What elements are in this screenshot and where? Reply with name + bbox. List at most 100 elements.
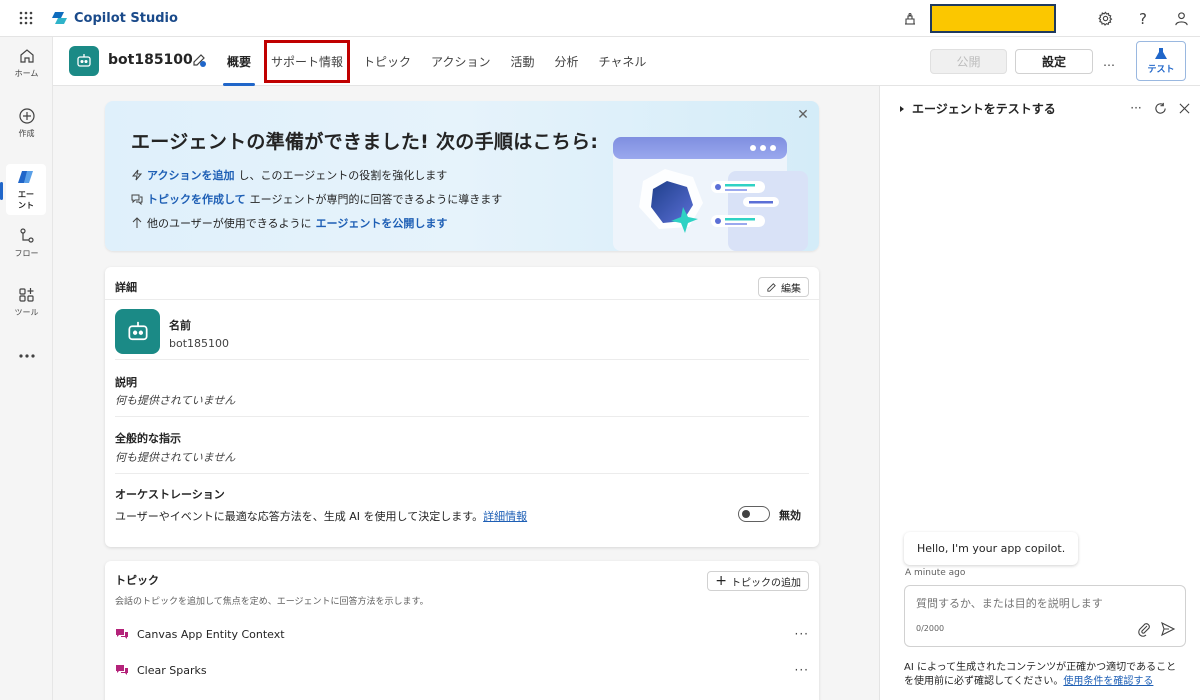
more-icon [18,354,35,358]
edit-label: 編集 [781,283,801,295]
orchestration-label: オーケストレーション [115,488,225,501]
add-topic-button[interactable]: + トピックの追加 [707,571,809,591]
edit-details-button[interactable]: 編集 [758,277,809,297]
nav-label-line1: エー [18,190,34,199]
orchestration-toggle[interactable] [738,506,770,522]
create-topic-link[interactable]: トピックを作成して [147,191,246,207]
description-label: 説明 [115,376,137,389]
plus-circle-icon [18,108,35,124]
topic-chat-icon [116,629,128,639]
bot-icon [127,321,148,340]
publish-agent-link[interactable]: エージェントを公開します [316,215,448,231]
test-button-label: テスト [1147,65,1175,75]
divider [105,299,819,300]
more-options-button[interactable]: … [1097,49,1121,74]
environment-icon[interactable] [898,7,922,31]
bot-message: Hello, I'm your app copilot. [904,532,1079,565]
test-pane-header[interactable]: エージェントをテストする [898,100,1056,117]
lightning-icon [131,169,143,181]
topic-row[interactable]: Canvas App Entity Context ··· [115,622,809,646]
topic-more-icon[interactable]: ··· [795,663,809,677]
topic-more-icon[interactable]: ··· [795,627,809,641]
divider [115,416,809,417]
help-icon[interactable]: ? [1124,0,1162,37]
chat-bubbles-icon [131,194,143,205]
send-icon[interactable] [1160,621,1176,637]
topic-chat-icon [116,665,128,675]
attach-icon[interactable] [1136,621,1152,637]
close-banner-icon[interactable]: ✕ [795,107,811,123]
ai-disclaimer: AI によって生成されたコンテンツが正確かつ適切であることを使用前に必ず確認して… [904,661,1184,689]
nav-item-agents[interactable]: エー ント [6,164,46,215]
nav-item-more[interactable] [0,353,53,359]
edit-agent-icon[interactable] [191,52,207,68]
orchestration-text: ユーザーやイベントに最適な応答方法を、生成 AI を使用して決定します。 [115,510,484,523]
nav-label: ツール [14,308,39,317]
name-label: 名前 [169,319,191,332]
copilot-studio-logo-icon [52,12,67,24]
top-bar: Copilot Studio ? [0,0,1200,37]
nav-label-line2: ント [18,201,34,210]
topics-title: トピック [115,574,159,587]
tools-icon [18,288,34,302]
app-launcher-icon[interactable] [0,0,52,37]
next-steps-banner: エージェントの準備ができました! 次の手順はこちら: アクションを追加 し、このエ… [105,101,819,251]
chat-input-box[interactable]: 0/2000 [904,585,1186,647]
tab-actions[interactable]: アクション [421,37,500,86]
home-icon [19,49,34,63]
tab-activity[interactable]: 活動 [500,37,544,86]
banner-illustration [613,137,808,251]
chevron-right-icon [900,105,904,112]
agent-icon [18,171,33,183]
publish-button[interactable]: 公開 [930,49,1007,74]
test-button[interactable]: テスト [1136,41,1186,81]
tab-overview[interactable]: 概要 [217,37,261,86]
topic-name: Canvas App Entity Context [137,627,285,641]
settings-button[interactable]: 設定 [1015,49,1093,74]
tab-channels[interactable]: チャネル [588,37,656,86]
topic-name: Clear Sparks [137,663,207,677]
divider [115,473,809,474]
settings-gear-icon[interactable] [1086,0,1124,37]
bot-avatar [69,46,99,76]
test-pane-title: エージェントをテストする [912,102,1056,116]
chat-input[interactable] [916,597,1156,610]
nav-item-home[interactable]: ホーム [0,47,53,79]
nav-item-tools[interactable]: ツール [0,286,53,318]
banner-step-text: し、このエージェントの役割を強化します [238,169,448,182]
learn-more-link[interactable]: 詳細情報 [483,510,527,523]
add-action-link[interactable]: アクションを追加 [147,167,234,183]
test-agent-pane: エージェントをテストする ··· Hello, I'm your app cop… [879,86,1200,700]
topic-row[interactable]: Clear Sparks ··· [115,658,809,682]
nav-active-indicator [0,182,3,200]
banner-step-text: 他のユーザーが使用できるように [147,217,312,230]
topics-card: トピック + トピックの追加 会話のトピックを追加して焦点を定め、エージェントに… [105,561,819,700]
refresh-icon[interactable] [1150,98,1170,118]
terms-link[interactable]: 使用条件を確認する [1063,676,1153,687]
name-value: bot185100 [169,337,230,350]
bot-icon [77,54,91,67]
tab-analytics[interactable]: 分析 [544,37,588,86]
description-value: 何も提供されていません [115,394,236,407]
close-icon[interactable] [1174,98,1194,118]
more-options-icon[interactable]: ··· [1126,98,1146,118]
banner-step-actions: アクションを追加 し、このエージェントの役割を強化します [131,167,447,183]
message-timestamp: A minute ago [905,568,966,578]
nav-item-flows[interactable]: フロー [0,227,53,259]
banner-title: エージェントの準備ができました! 次の手順はこちら: [131,131,599,153]
tab-topics[interactable]: トピック [353,37,421,86]
tab-knowledge[interactable]: サポート情報 [261,37,353,86]
environment-selector-redacted[interactable] [930,4,1056,33]
agent-header: bot185100 概要 サポート情報 トピック アクション 活動 分析 チャネ… [53,37,1200,86]
bot-name: bot185100 [108,52,193,68]
arrow-up-icon [132,217,142,228]
orchestration-description: ユーザーやイベントに最適な応答方法を、生成 AI を使用して決定します。詳細情報 [115,508,527,524]
char-count: 0/2000 [916,624,945,633]
account-icon[interactable] [1162,0,1200,37]
details-card: 詳細 編集 名前 bot185100 説明 何も提供されていません 全般的な指示… [105,267,819,547]
brand[interactable]: Copilot Studio [52,10,178,26]
banner-step-topics: トピックを作成して エージェントが専門的に回答できるように導きます [131,191,502,207]
orchestration-state: 無効 [779,509,801,522]
plus-icon: + [715,573,727,589]
nav-item-create[interactable]: 作成 [0,107,53,139]
